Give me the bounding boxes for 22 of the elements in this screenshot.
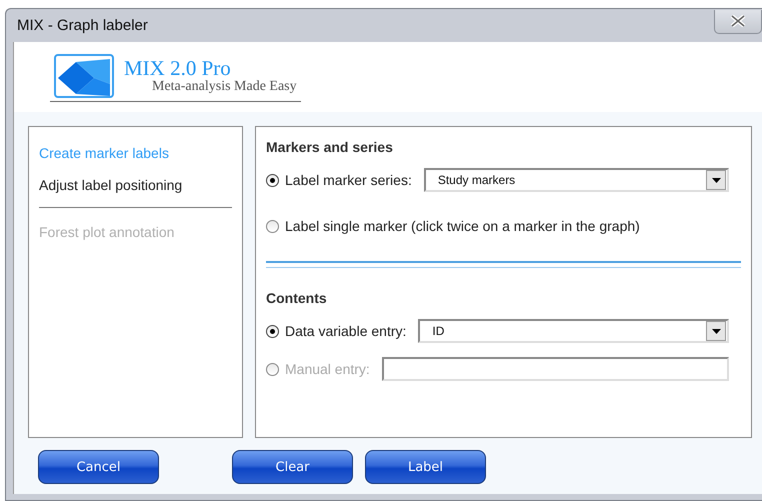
section-heading: Contents	[266, 290, 327, 306]
radio-label[interactable]: Label marker series:	[285, 172, 412, 188]
window-title: MIX - Graph labeler	[17, 17, 148, 34]
action-button[interactable]: Cancel	[38, 450, 159, 484]
dropdown-field[interactable]: Study markers	[424, 168, 729, 192]
navigation-link[interactable]: Adjust label positioning	[39, 177, 182, 193]
radio-label[interactable]: Label single marker (click twice on a marker in the graph)	[285, 218, 640, 234]
product-name: MIX 2.0 Pro	[124, 57, 232, 79]
radio-label[interactable]: Data variable entry:	[285, 323, 406, 339]
action-button[interactable]: Clear	[232, 450, 353, 484]
caret-icon	[712, 178, 720, 182]
product-tagline: Meta-analysis Made Easy	[152, 79, 297, 95]
action-button[interactable]: Label	[365, 450, 486, 484]
radio-button[interactable]	[266, 324, 279, 338]
logo-icon	[54, 54, 114, 98]
section-heading: Markers and series	[266, 139, 393, 155]
radio-button[interactable]	[266, 220, 279, 232]
close-button[interactable]	[714, 10, 762, 34]
dropdown-field[interactable]: ID	[418, 319, 729, 343]
radio-button[interactable]	[266, 174, 279, 186]
caret-icon	[712, 328, 720, 334]
close-icon	[730, 15, 746, 27]
